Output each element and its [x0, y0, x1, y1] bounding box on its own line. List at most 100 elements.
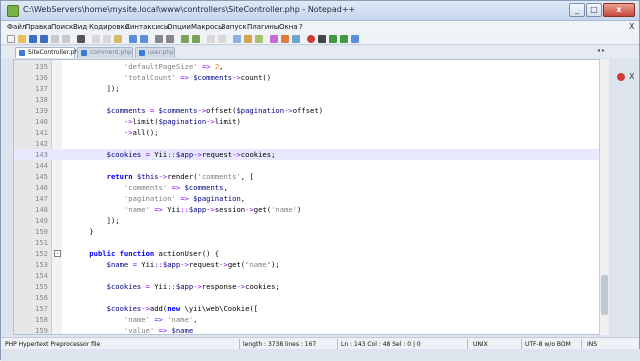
scrollbar-thumb[interactable]: [601, 275, 608, 315]
code-line[interactable]: 157 $cookies->add(new \yii\web\Cookie([: [14, 303, 604, 314]
sync-v-icon[interactable]: [207, 35, 215, 43]
undo-icon[interactable]: [129, 35, 137, 43]
sync-h-icon[interactable]: [218, 35, 226, 43]
code-token: ): [297, 205, 302, 214]
tab-sitecontroller[interactable]: SiteController.php: [15, 47, 82, 58]
code-token: "name": [245, 260, 272, 269]
code-line[interactable]: 152- public function actionUser() {: [14, 248, 604, 259]
code-line[interactable]: 139 $comments = $comments->offset($pagin…: [14, 105, 604, 116]
code-token: ->: [193, 282, 202, 291]
code-line[interactable]: 153 $name = Yii::$app->request->get("nam…: [14, 259, 604, 270]
redo-icon[interactable]: [140, 35, 148, 43]
maximize-button[interactable]: □: [586, 3, 602, 17]
code-line[interactable]: 145 return $this->render('comments', [: [14, 171, 604, 182]
open-file-icon[interactable]: [18, 35, 26, 43]
menu-encoding[interactable]: Кодировки: [89, 23, 129, 31]
code-line[interactable]: 149 ]);: [14, 215, 604, 226]
replace-icon[interactable]: [166, 35, 174, 43]
code-line[interactable]: 137 ]);: [14, 83, 604, 94]
save-macro-icon[interactable]: [351, 35, 359, 43]
menu-search[interactable]: Поиск: [51, 23, 73, 31]
close-window-button[interactable]: x: [603, 3, 635, 17]
tab-label: comment.php: [90, 49, 132, 56]
code-line[interactable]: 142: [14, 138, 604, 149]
code-token: 'name': [72, 205, 155, 214]
code-line[interactable]: 154: [14, 270, 604, 281]
play-macro-icon[interactable]: [329, 35, 337, 43]
close-all-icon[interactable]: [62, 35, 70, 43]
code-token: ->: [232, 73, 241, 82]
menu-macro[interactable]: Макросы: [191, 23, 224, 31]
code-token: ,: [240, 194, 246, 203]
code-line[interactable]: 143 $cookies = Yii::$app->request->cooki…: [14, 149, 604, 160]
code-line[interactable]: 135 'defaultPageSize' => 2,: [14, 61, 604, 72]
code-line[interactable]: 140 ->limit($pagination->limit): [14, 116, 604, 127]
code-line[interactable]: 148 'name' => Yii::$app->session->get('n…: [14, 204, 604, 215]
line-code: public function actionUser() {: [72, 248, 219, 259]
new-file-icon[interactable]: [7, 35, 15, 43]
menu-file[interactable]: Файл: [7, 23, 26, 31]
close-tab-x-icon[interactable]: X: [629, 72, 634, 81]
menu-bar: Файл Правка Поиск Вид Кодировки Синтакси…: [1, 21, 639, 33]
zoom-in-icon[interactable]: [181, 35, 189, 43]
tab-comment[interactable]: comment.php: [77, 47, 133, 58]
code-line[interactable]: 147 'pagination' => $pagination,: [14, 193, 604, 204]
menu-view[interactable]: Вид: [73, 23, 87, 31]
menu-settings[interactable]: Опции: [167, 23, 191, 31]
code-line[interactable]: 158 'name' => 'name',: [14, 314, 604, 325]
code-token: =>: [158, 326, 168, 335]
menu-language[interactable]: Синтаксисы: [125, 23, 169, 31]
close-icon[interactable]: [51, 35, 59, 43]
status-divider: [239, 339, 240, 349]
title-bar[interactable]: C:\WebServers\home\mysite.local\www\cont…: [1, 1, 639, 21]
code-line[interactable]: 151: [14, 237, 604, 248]
cut-icon[interactable]: [92, 35, 100, 43]
code-token: $pagination: [193, 194, 241, 203]
fold-toggle-icon[interactable]: -: [54, 250, 61, 257]
record-macro-icon[interactable]: [307, 35, 315, 43]
close-document-icon[interactable]: X: [629, 22, 634, 31]
code-line[interactable]: 156: [14, 292, 604, 303]
code-line[interactable]: 138: [14, 94, 604, 105]
code-token: ;: [271, 150, 276, 159]
close-tab-icon[interactable]: [617, 73, 625, 81]
line-code: 'pagination' => $pagination,: [72, 193, 245, 204]
wrap-icon[interactable]: [233, 35, 241, 43]
tab-scroll-arrows[interactable]: ◂ ▸: [597, 47, 605, 54]
indent-guide-icon[interactable]: [255, 35, 263, 43]
vertical-scrollbar[interactable]: [599, 59, 609, 335]
line-code: $cookies = Yii::$app->response->cookies;: [72, 281, 280, 292]
code-token: 'name': [271, 205, 298, 214]
line-number: 135: [35, 62, 48, 71]
stop-macro-icon[interactable]: [318, 35, 326, 43]
minimize-button[interactable]: _: [569, 3, 585, 17]
code-line[interactable]: 141 ->all();: [14, 127, 604, 138]
doc-map-icon[interactable]: [281, 35, 289, 43]
menu-plugins[interactable]: Плагины: [247, 23, 279, 31]
code-line[interactable]: 159 'value' => $name: [14, 325, 604, 335]
find-icon[interactable]: [155, 35, 163, 43]
code-line[interactable]: 136 'totalCount' => $comments->count(): [14, 72, 604, 83]
print-icon[interactable]: [77, 35, 85, 43]
all-chars-icon[interactable]: [244, 35, 252, 43]
code-token: get: [253, 205, 267, 214]
menu-run[interactable]: Запуск: [221, 23, 247, 31]
code-token: ): [318, 106, 324, 115]
save-all-icon[interactable]: [40, 35, 48, 43]
code-editor[interactable]: 135 'defaultPageSize' => 2, 136 'totalCou…: [13, 59, 605, 335]
code-line[interactable]: 150 }: [14, 226, 604, 237]
code-line[interactable]: 146 'comments' => $comments,: [14, 182, 604, 193]
menu-edit[interactable]: Правка: [25, 23, 52, 31]
menu-window[interactable]: Окна: [279, 23, 298, 31]
save-icon[interactable]: [29, 35, 37, 43]
code-line[interactable]: 155 $cookies = Yii::$app->response->cook…: [14, 281, 604, 292]
tab-user[interactable]: user.php: [135, 47, 175, 58]
copy-icon[interactable]: [103, 35, 111, 43]
function-list-icon[interactable]: [292, 35, 300, 43]
run-macro-multiple-icon[interactable]: [340, 35, 348, 43]
menu-help[interactable]: ?: [299, 23, 303, 31]
code-line[interactable]: 144: [14, 160, 604, 171]
paste-icon[interactable]: [114, 35, 122, 43]
lang-icon[interactable]: [270, 35, 278, 43]
zoom-out-icon[interactable]: [192, 35, 200, 43]
